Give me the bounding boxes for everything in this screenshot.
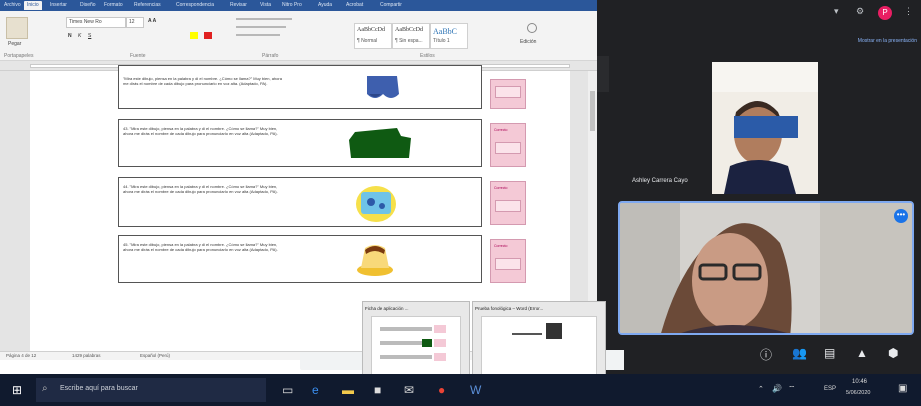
style-titulo1-sample: AaBbC [433, 27, 457, 36]
status-page[interactable]: Página 4 de 12 [6, 353, 36, 358]
style-titulo1[interactable]: AaBbC Título 1 [430, 23, 468, 49]
notifications-icon[interactable]: ▣ [898, 383, 907, 394]
exercise-card: 44. "Mira este dibujo, piensa en la pala… [118, 177, 482, 227]
search-icon: ⌕ [42, 383, 48, 394]
status-words[interactable]: 1429 palabras [72, 353, 101, 358]
thumbnail-preview [371, 316, 461, 376]
edge-icon[interactable]: e [312, 383, 319, 397]
paste-label: Pegar [8, 41, 22, 47]
group-fuente: Fuente [130, 53, 146, 59]
answer-box[interactable]: Correcto [490, 181, 526, 225]
more-options-icon[interactable]: ••• [894, 209, 908, 223]
tray-network-icon[interactable]: ⌔ [788, 384, 796, 394]
minimize-icon[interactable]: ▾ [834, 6, 839, 17]
chrome-icon[interactable]: ● [438, 383, 445, 397]
answer-label: Correcto [494, 244, 508, 248]
style-normal[interactable]: AaBbCcDd ¶ Normal [354, 23, 392, 49]
tray-date[interactable]: 5/06/2020 [846, 390, 870, 396]
store-icon[interactable]: ■ [374, 383, 381, 397]
answer-field[interactable] [495, 258, 521, 270]
search-placeholder: Escribe aquí para buscar [60, 385, 138, 392]
style-normal-name: ¶ Normal [357, 38, 378, 44]
bold-button[interactable]: N [68, 33, 72, 39]
speaker-video [620, 203, 912, 333]
answer-box[interactable] [490, 79, 526, 109]
card-text: "Mira este dibujo, piensa en la palabra … [123, 76, 282, 86]
highlight-icon[interactable] [190, 32, 198, 39]
style-sin-espaciado-sample: AaBbCcDd [395, 27, 423, 33]
status-language[interactable]: Español (Perú) [140, 353, 170, 358]
answer-field[interactable] [495, 86, 521, 98]
participant-name: Ashley Carrera Cayo [632, 178, 688, 184]
thumbnail-title: Ficha de aplicación ... [365, 306, 409, 311]
search-icon[interactable] [527, 23, 537, 33]
font-color-icon[interactable] [204, 32, 212, 39]
flan-picture [357, 245, 393, 276]
word-icon[interactable]: W [470, 383, 481, 397]
shapes-icon[interactable]: ▲ [856, 346, 868, 360]
taskbar-thumbnail[interactable]: Ficha de aplicación ... [362, 301, 470, 379]
answer-label: Correcto [494, 128, 508, 132]
taskbar-search[interactable]: ⌕ Escribe aquí para buscar [36, 378, 266, 402]
people-icon[interactable]: 👥 [792, 346, 807, 360]
windows-start-icon[interactable]: ⊞ [12, 383, 22, 397]
mail-icon[interactable]: ✉ [404, 383, 414, 397]
answer-field[interactable] [495, 142, 521, 154]
fishbowl-picture [356, 186, 396, 222]
folder-icon[interactable]: ▬ [342, 383, 354, 397]
card-text: 43. "Mira este dibujo, piensa en la pala… [123, 126, 278, 136]
exercise-card: "Mira este dibujo, piensa en la palabra … [118, 65, 482, 109]
card-text: 45. "Mira este dibujo, piensa en la pala… [123, 242, 278, 252]
group-portapapeles: Portapapeles [4, 53, 34, 59]
answer-label: Correcto [494, 186, 508, 190]
tray-chevron-icon[interactable]: ⌃ [758, 385, 764, 393]
sofa-picture [349, 128, 411, 158]
italic-button[interactable]: K [78, 33, 81, 39]
card-text: 44. "Mira este dibujo, piensa en la pala… [123, 184, 278, 194]
answer-field[interactable] [495, 200, 521, 212]
taskbar-thumbnail[interactable]: Prueba fonológica – Word (Error... [472, 301, 606, 379]
pants-picture [367, 76, 399, 98]
tray-language[interactable]: ESP [824, 386, 836, 392]
thumbnail-preview [481, 316, 597, 376]
speaker-tile[interactable]: ••• [618, 201, 914, 335]
browser-top: ▾ ⚙ P ⋮ [0, 0, 921, 24]
lock-icon[interactable]: ⬢ [888, 346, 898, 360]
group-parrafo: Párrafo [262, 53, 279, 59]
thumbnail-title: Prueba fonológica – Word (Error... [475, 306, 544, 311]
answer-box[interactable]: Correcto [490, 123, 526, 167]
underline-button[interactable]: S [88, 33, 91, 39]
style-titulo1-name: Título 1 [433, 38, 450, 44]
tray-volume-icon[interactable]: 🔊 [772, 384, 782, 393]
privacy-blur-box [734, 116, 798, 138]
chat-icon[interactable]: ▤ [824, 346, 835, 360]
task-view-icon[interactable]: ▭ [282, 383, 293, 397]
exercise-card: 45. "Mira este dibujo, piensa en la pala… [118, 235, 482, 283]
menu-icon[interactable]: ⋮ [904, 6, 913, 17]
scroll-handle[interactable] [597, 56, 609, 92]
participant-tile[interactable] [712, 62, 818, 194]
info-icon[interactable]: ⓘ [760, 346, 772, 363]
avatar[interactable]: P [878, 6, 892, 20]
group-estilos: Estilos [420, 53, 435, 59]
tray-time[interactable]: 10:46 [852, 379, 867, 385]
style-sin-espaciado-name: ¶ Sin espa... [395, 38, 423, 44]
style-sin-espaciado[interactable]: AaBbCcDd ¶ Sin espa... [392, 23, 430, 49]
style-normal-sample: AaBbCcDd [357, 27, 385, 33]
present-banner[interactable]: Mostrar en la presentación [697, 34, 917, 48]
taskbar: ⊞ ⌕ Escribe aquí para buscar ▭ e ▬ ■ ✉ ●… [0, 374, 921, 406]
exercise-card: 43. "Mira este dibujo, piensa en la pala… [118, 119, 482, 167]
answer-box[interactable]: Correcto [490, 239, 526, 283]
editing-label[interactable]: Edición [520, 39, 536, 45]
settings-icon[interactable]: ⚙ [856, 6, 864, 17]
